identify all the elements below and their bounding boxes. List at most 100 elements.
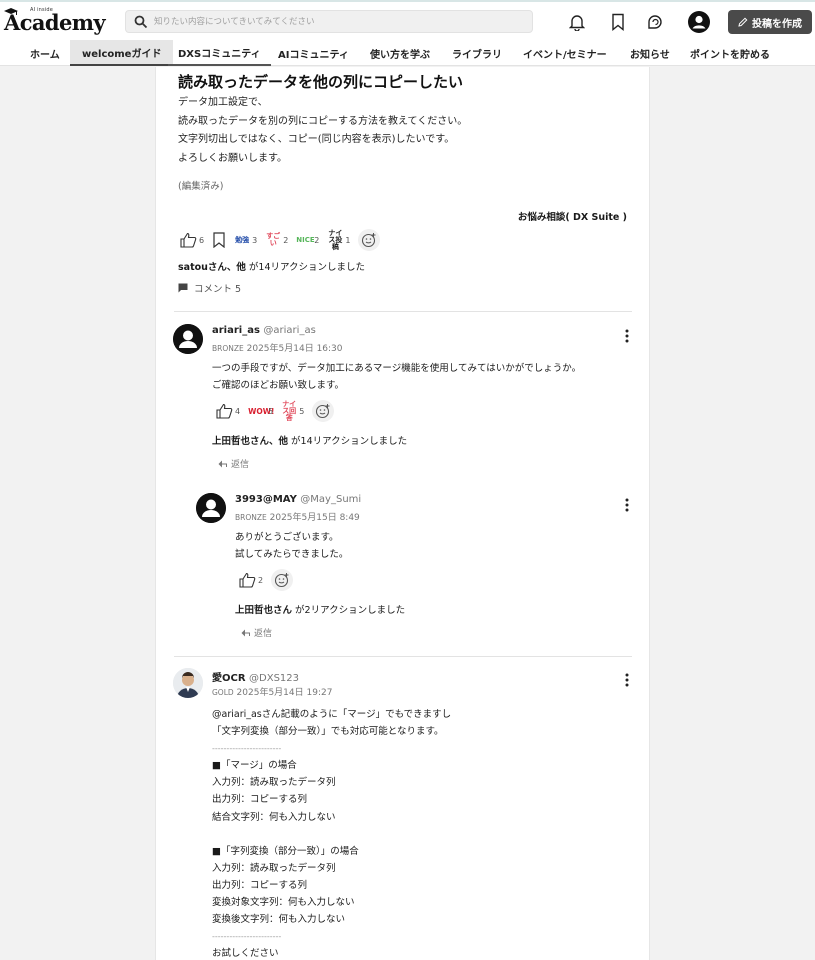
reaction-count: 5 (299, 406, 305, 416)
stamp-reaction[interactable]: 勉強 3 (234, 236, 257, 245)
like-reaction[interactable]: 6 (180, 232, 204, 248)
user-menu-button[interactable] (688, 11, 710, 33)
like-reaction[interactable]: 2 (239, 572, 263, 588)
add-reaction-button[interactable] (358, 229, 381, 251)
thumbs-up-icon (239, 572, 256, 588)
author-name: 3993@MAY (235, 494, 297, 505)
add-emoji-icon (316, 404, 330, 419)
post-line: よろしくお願いします。 (178, 152, 287, 164)
main-nav: ホーム welcomeガイド DXSコミュニティ AIコミュニティ 使い方を学ぶ… (0, 40, 815, 66)
comment-date: 2025年5月14日 19:27 (236, 688, 333, 698)
nav-welcome-guide[interactable]: welcomeガイド (70, 40, 174, 66)
nav-events[interactable]: イベント/セミナー (523, 40, 607, 66)
reaction-count: 2 (283, 235, 289, 245)
bookmark-button[interactable] (607, 11, 629, 33)
reply-button[interactable]: 返信 (241, 626, 272, 639)
comment-author[interactable]: 3993@MAY @May_Sumi (235, 494, 361, 505)
post-title: 読み取ったデータを他の列にコピーしたい (178, 73, 464, 91)
reply-label: 返信 (254, 629, 273, 639)
nav-home[interactable]: ホーム (30, 40, 60, 66)
post-card: 読み取ったデータを他の列にコピーしたい データ加工設定で、 読み取ったデータを別… (155, 67, 650, 960)
reaction-summary-text: が2リアクションしました (292, 605, 406, 616)
comment-line: @ariari_asさん記載のように「マージ」でもできますし (212, 709, 452, 720)
reaction-summary-name: 上田哲也さん (235, 605, 293, 616)
comment-line: 結合文字列：何も入力しない (212, 811, 336, 823)
chat-bubbles-icon (648, 15, 662, 29)
comment-reaction-summary[interactable]: 上田哲也さん が2リアクションしました (235, 602, 405, 616)
comment-line: ありがとうございます。 (235, 532, 339, 543)
reply-arrow-icon (241, 629, 250, 636)
comment-meta: GOLD 2025年5月14日 19:27 (212, 685, 332, 698)
rank-badge: GOLD (212, 688, 234, 697)
comment-blank-line (212, 826, 451, 843)
nav-news[interactable]: お知らせ (630, 40, 670, 66)
nav-library[interactable]: ライブラリ (452, 40, 502, 66)
comment-line: お試しください (212, 948, 279, 960)
comment-author[interactable]: 愛OCR @DXS123 (212, 669, 299, 684)
create-post-button[interactable]: 投稿を作成 (728, 10, 812, 34)
comment-meta: BRONZE 2025年5月14日 16:30 (212, 341, 343, 354)
user-avatar-icon (688, 11, 710, 33)
notification-button[interactable] (566, 11, 588, 33)
avatar[interactable] (173, 668, 203, 698)
avatar[interactable] (196, 493, 226, 523)
rank-badge: BRONZE (212, 344, 244, 353)
stamp-reaction[interactable]: NICE 2 (296, 236, 319, 245)
like-reaction[interactable]: 4 (216, 403, 240, 419)
academy-logo[interactable]: AI inside Academy (4, 7, 106, 37)
post-reaction-summary[interactable]: satouさん、他 が14リアクションしました (178, 259, 365, 273)
comment-reaction-summary[interactable]: 上田哲也さん、他 が14リアクションしました (212, 433, 407, 447)
reaction-summary-text: が14リアクションしました (245, 262, 366, 273)
user-photo-icon (173, 668, 203, 698)
comment-line: 入力列：読み取ったデータ列 (212, 777, 336, 789)
comment-body: @ariari_asさん記載のように「マージ」でもできますし 「文字列変換（部分… (212, 706, 451, 960)
comment-date: 2025年5月14日 16:30 (246, 344, 343, 354)
comment-body: ありがとうございます。 試してみたらできました。 (235, 530, 348, 563)
post-body: データ加工設定で、 読み取ったデータを別の列にコピーする方法を教えてください。 … (178, 94, 467, 168)
nav-points[interactable]: ポイントを貯める (690, 40, 770, 66)
comment-author[interactable]: ariari_as @ariari_as (212, 325, 316, 336)
reaction-count: 4 (235, 406, 241, 416)
nav-dxs-community[interactable]: DXSコミュニティ (168, 40, 271, 66)
search-bar[interactable] (125, 10, 533, 33)
reaction-count: 3 (252, 235, 258, 245)
search-icon (134, 15, 148, 29)
avatar[interactable] (173, 324, 203, 354)
stamp-nice-icon: NICE (296, 235, 315, 244)
author-handle: @DXS123 (249, 673, 300, 684)
stamp-wow-icon: WOW! (248, 406, 275, 416)
stamp-reaction[interactable]: WOW! 5 (248, 406, 275, 416)
bookmark-post-button[interactable] (212, 232, 226, 248)
reaction-count: 2 (314, 235, 320, 245)
search-input[interactable] (154, 14, 524, 30)
reply-label: 返信 (231, 460, 250, 470)
post-line: 文字列切出しではなく、コピー(同じ内容を表示)したいです。 (178, 134, 455, 145)
bookmark-icon (213, 232, 225, 248)
add-reaction-button[interactable] (271, 569, 294, 591)
bookmark-icon (612, 13, 624, 31)
more-options-icon[interactable] (622, 673, 632, 687)
stamp-reaction[interactable]: すごい 2 (265, 233, 288, 247)
reaction-count: 5 (268, 406, 274, 416)
comment-reactions: 2 (239, 569, 294, 591)
logo-text: Academy (4, 10, 106, 35)
more-options-icon[interactable] (622, 329, 632, 343)
comments-toggle[interactable]: コメント 5 (178, 281, 241, 295)
stamp-reaction[interactable]: ナイス回答 5 (281, 399, 305, 422)
reply-button[interactable]: 返信 (218, 457, 249, 470)
chat-button[interactable] (644, 11, 666, 33)
stamp-reaction[interactable]: ナイス投稿 1 (327, 228, 351, 251)
pencil-icon (738, 17, 748, 27)
stamp-nice-kaitou-icon: ナイス回答 (282, 399, 297, 422)
category-tag[interactable]: お悩み相談( DX Suite ) (518, 209, 627, 223)
reply-arrow-icon (218, 460, 227, 467)
reaction-count: 1 (345, 235, 351, 245)
comment-body: 一つの手段ですが、データ加工にあるマージ機能を使用してみてはいかがでしょうか。 … (212, 361, 581, 394)
nav-learn[interactable]: 使い方を学ぶ (370, 40, 430, 66)
nav-ai-community[interactable]: AIコミュニティ (278, 40, 349, 66)
add-reaction-button[interactable] (312, 400, 335, 422)
comment-line: 一つの手段ですが、データ加工にあるマージ機能を使用してみてはいかがでしょうか。 (212, 363, 582, 374)
more-options-icon[interactable] (622, 498, 632, 512)
stamp-nice-post-icon: ナイス投稿 (328, 228, 343, 251)
author-name: ariari_as (212, 325, 260, 336)
